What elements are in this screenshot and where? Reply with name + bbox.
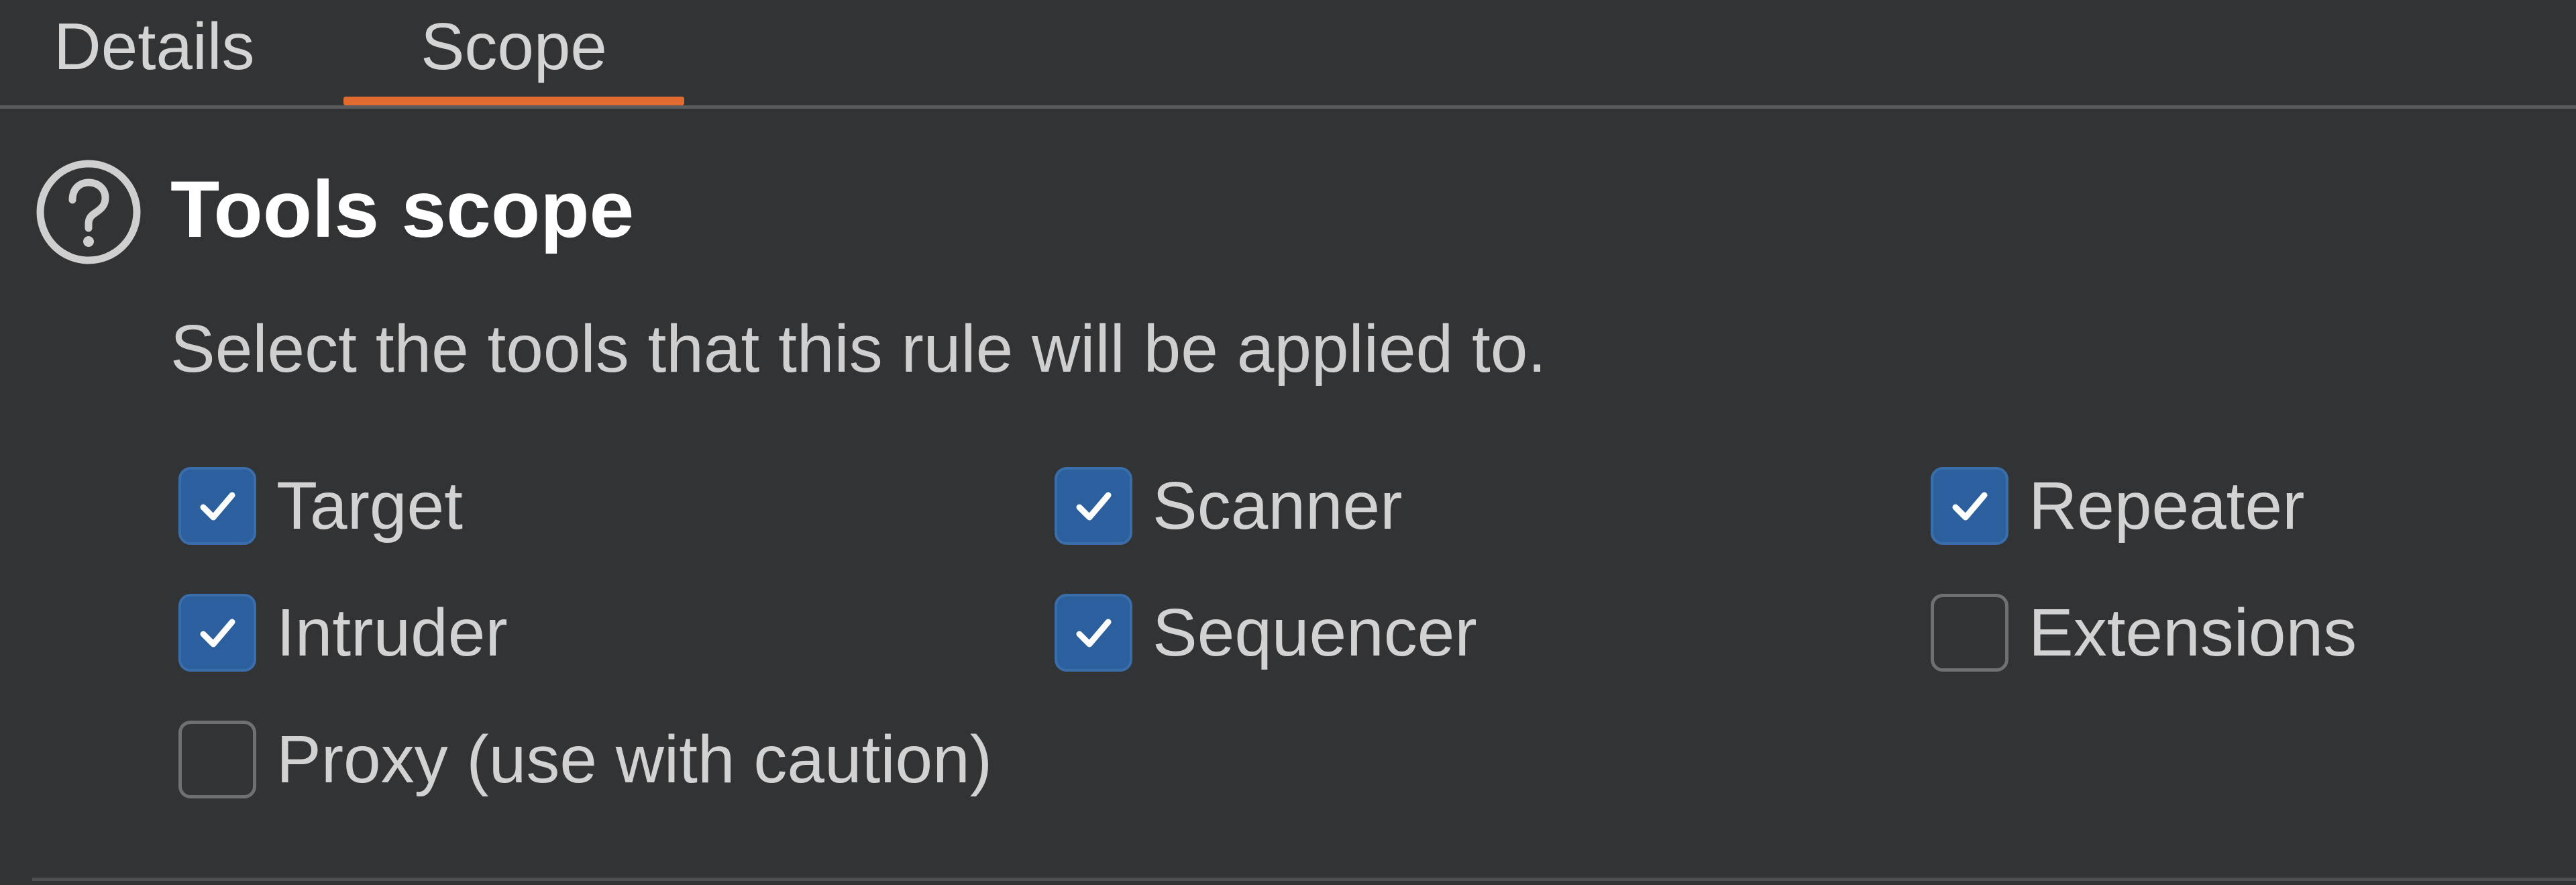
checkbox-checked-icon[interactable]: [1055, 467, 1132, 545]
session-rule-editor: Details Scope Tools scope Select the too…: [0, 0, 2576, 885]
section-title: Tools scope: [170, 164, 635, 254]
checkbox-unchecked-icon[interactable]: [178, 721, 256, 798]
checkbox-unchecked-icon[interactable]: [1931, 594, 2008, 672]
help-circle-icon[interactable]: [35, 158, 142, 266]
tool-label: Repeater: [2029, 468, 2305, 543]
tool-checkbox-proxy[interactable]: Proxy (use with caution): [178, 719, 992, 800]
checkbox-checked-icon[interactable]: [178, 467, 256, 545]
tool-checkbox-scanner[interactable]: Scanner: [1055, 466, 1402, 546]
tab-bar: Details Scope: [0, 0, 2576, 109]
tool-label: Intruder: [276, 595, 508, 670]
tab-details[interactable]: Details: [54, 0, 255, 105]
section-divider: [32, 878, 2576, 881]
active-tab-indicator: [343, 97, 684, 105]
tab-scope[interactable]: Scope: [343, 0, 684, 105]
checkbox-checked-icon[interactable]: [178, 594, 256, 672]
tab-bar-divider: [0, 105, 2576, 109]
checkbox-checked-icon[interactable]: [1931, 467, 2008, 545]
tool-label: Target: [276, 468, 463, 543]
section-description: Select the tools that this rule will be …: [170, 311, 1547, 386]
tool-checkbox-extensions[interactable]: Extensions: [1931, 592, 2357, 673]
tool-label: Scanner: [1152, 468, 1403, 543]
tool-checkbox-sequencer[interactable]: Sequencer: [1055, 592, 1477, 673]
tool-label: Sequencer: [1152, 595, 1477, 670]
tool-label: Extensions: [2029, 595, 2357, 670]
tool-label: Proxy (use with caution): [276, 722, 993, 797]
tool-checkbox-intruder[interactable]: Intruder: [178, 592, 508, 673]
tool-checkbox-repeater[interactable]: Repeater: [1931, 466, 2304, 546]
tool-checkbox-target[interactable]: Target: [178, 466, 463, 546]
checkbox-checked-icon[interactable]: [1055, 594, 1132, 672]
